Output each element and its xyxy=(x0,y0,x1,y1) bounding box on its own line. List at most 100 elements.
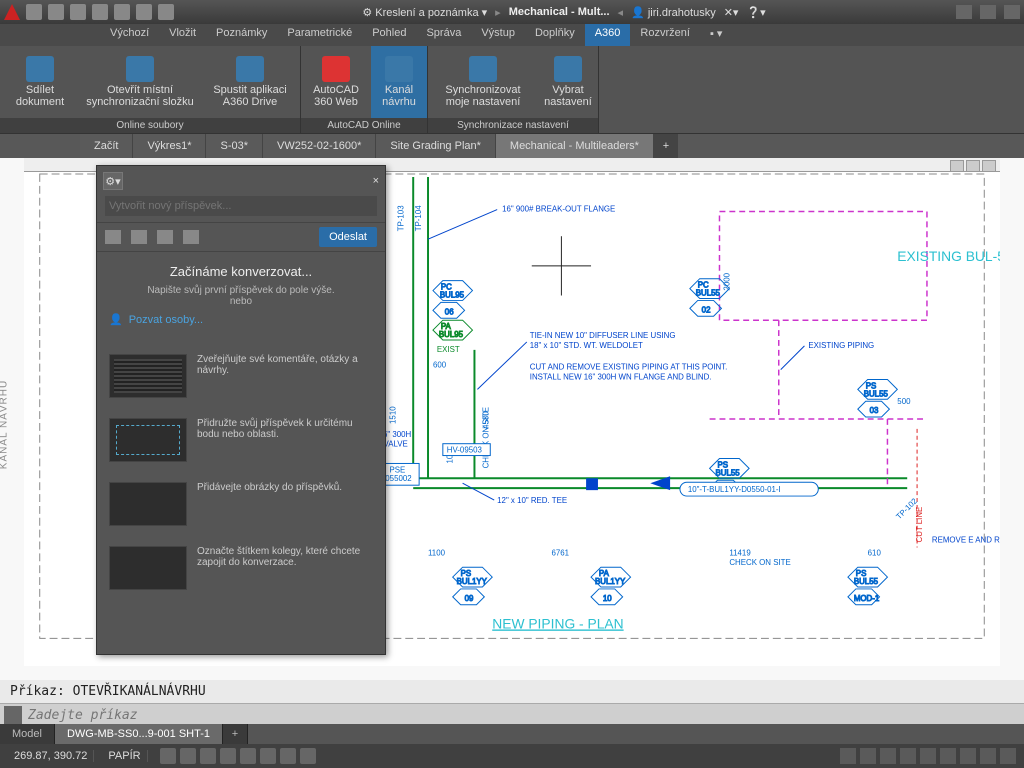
menu-rozvrzeni[interactable]: Rozvržení xyxy=(630,24,700,46)
qat-save-icon[interactable] xyxy=(70,4,86,20)
send-post-button[interactable]: Odeslat xyxy=(319,227,377,247)
menu-vystup[interactable]: Výstup xyxy=(471,24,525,46)
annoscale-icon[interactable] xyxy=(840,748,856,764)
svg-text:610: 610 xyxy=(868,548,882,557)
close-button[interactable] xyxy=(1004,5,1020,19)
command-input[interactable] xyxy=(28,708,1020,723)
menu-sprava[interactable]: Správa xyxy=(416,24,471,46)
workspace-selector[interactable]: ⚙ Kreslení a poznámka ▾ xyxy=(362,6,487,19)
convo-title: Začínáme konverzovat... xyxy=(109,264,373,279)
share-icon xyxy=(26,56,54,82)
app-logo-icon[interactable] xyxy=(4,4,20,20)
units-icon[interactable] xyxy=(900,748,916,764)
osnap-icon[interactable] xyxy=(240,748,256,764)
pin-icon[interactable] xyxy=(131,230,147,244)
snap-icon[interactable] xyxy=(180,748,196,764)
open-sync-folder-button[interactable]: Otevřít místní synchronizační složku xyxy=(80,46,200,118)
tip-thumb-tag xyxy=(109,546,187,590)
layout-tab-sheet[interactable]: DWG-MB-SS0...9-001 SHT-1 xyxy=(55,724,223,744)
invite-people-link[interactable]: 👤Pozvat osoby... xyxy=(109,307,373,332)
annotation-monitor-icon[interactable] xyxy=(880,748,896,764)
ribbon-panel-title: AutoCAD Online xyxy=(301,118,427,133)
tag-user-icon[interactable] xyxy=(157,230,173,244)
tip-thumb-area xyxy=(109,418,187,462)
panel-settings-icon[interactable]: ⚙▾ xyxy=(103,172,123,190)
svg-text:11419: 11419 xyxy=(729,548,751,557)
cloud-folder-icon xyxy=(126,56,154,82)
layout-add-button[interactable]: + xyxy=(223,724,248,744)
autocad360-web-button[interactable]: AutoCAD 360 Web xyxy=(301,46,371,118)
tip-text: Zveřejňujte své komentáře, otázky a návr… xyxy=(197,354,373,398)
svg-text:10: 10 xyxy=(603,594,612,603)
tip-thumb-image xyxy=(109,482,187,526)
attach-image-icon[interactable] xyxy=(183,230,199,244)
viewport-close-icon[interactable] xyxy=(982,160,996,172)
design-feed-button[interactable]: Kanál návrhu xyxy=(371,46,427,118)
menu-a360[interactable]: A360 xyxy=(585,24,631,46)
viewport-controls xyxy=(950,160,996,172)
otrack-icon[interactable] xyxy=(260,748,276,764)
command-prompt-icon[interactable] xyxy=(4,706,22,724)
maximize-button[interactable] xyxy=(980,5,996,19)
add-tab-button[interactable]: + xyxy=(654,134,678,158)
customize-icon[interactable] xyxy=(1000,748,1016,764)
ortho-icon[interactable] xyxy=(200,748,216,764)
qat-new-icon[interactable] xyxy=(26,4,42,20)
menu-overflow-icon[interactable]: ▪ ▾ xyxy=(700,24,732,46)
sync-my-settings-button[interactable]: Synchronizovat moje nastavení xyxy=(428,46,538,118)
select-area-icon[interactable] xyxy=(105,230,121,244)
doc-tab-s03[interactable]: S-03* xyxy=(206,134,263,158)
svg-text:BUL1YY: BUL1YY xyxy=(457,577,488,586)
viewport-max-icon[interactable] xyxy=(966,160,980,172)
qat-undo-icon[interactable] xyxy=(136,4,152,20)
svg-text:10"-T-BUL1YY-D0550-01-I: 10"-T-BUL1YY-D0550-01-I xyxy=(688,485,781,494)
choose-settings-button[interactable]: Vybrat nastavení xyxy=(538,46,598,118)
space-toggle[interactable]: PAPÍR xyxy=(102,750,147,762)
menu-vlozit[interactable]: Vložit xyxy=(159,24,206,46)
feed-icon xyxy=(385,56,413,82)
menu-parametricke[interactable]: Parametrické xyxy=(277,24,362,46)
doc-tab-zacit[interactable]: Začít xyxy=(80,134,133,158)
exchange-icon[interactable]: ✕▾ xyxy=(724,6,739,19)
menu-pohled[interactable]: Pohled xyxy=(362,24,416,46)
command-area: Příkaz: OTEVŘIKANÁLNÁVRHU xyxy=(0,680,1024,724)
quickprops-icon[interactable] xyxy=(920,748,936,764)
ribbon-panel-title: Synchronizace nastavení xyxy=(428,118,598,133)
cleanscreen-icon[interactable] xyxy=(980,748,996,764)
qat-print-icon[interactable] xyxy=(114,4,130,20)
help-icon[interactable]: ❔▾ xyxy=(746,6,765,19)
doc-tab-sitegrading[interactable]: Site Grading Plan* xyxy=(376,134,496,158)
lineweight-icon[interactable] xyxy=(280,748,296,764)
isolate-icon[interactable] xyxy=(940,748,956,764)
qat-open-icon[interactable] xyxy=(48,4,64,20)
svg-text:VALVE: VALVE xyxy=(384,440,408,449)
menu-doplnky[interactable]: Doplňky xyxy=(525,24,585,46)
menu-poznamky[interactable]: Poznámky xyxy=(206,24,277,46)
titlebar: ⚙ Kreslení a poznámka ▾ ▸ Mechanical - M… xyxy=(0,0,1024,24)
svg-text:18" x 10" STD. WT. WELDOLET: 18" x 10" STD. WT. WELDOLET xyxy=(530,341,643,350)
doc-tab-mechanical[interactable]: Mechanical - Multileaders* xyxy=(496,134,654,158)
doc-tab-vykres1[interactable]: Výkres1* xyxy=(133,134,206,158)
hwacc-icon[interactable] xyxy=(960,748,976,764)
svg-text:NEW PIPING - PLAN: NEW PIPING - PLAN xyxy=(492,615,623,631)
new-post-input[interactable] xyxy=(105,196,377,216)
transparency-icon[interactable] xyxy=(300,748,316,764)
workspace-icon[interactable] xyxy=(860,748,876,764)
panel-close-icon[interactable]: × xyxy=(373,175,379,187)
coords-readout: 269.87, 390.72 xyxy=(8,750,94,762)
qat-redo-icon[interactable] xyxy=(158,4,174,20)
svg-text:BUL95: BUL95 xyxy=(440,290,465,299)
grid-icon[interactable] xyxy=(160,748,176,764)
doc-tab-vw252[interactable]: VW252-02-1600* xyxy=(263,134,376,158)
user-menu[interactable]: 👤 jiri.drahotusky xyxy=(631,6,716,19)
layout-tab-model[interactable]: Model xyxy=(0,724,55,744)
cloud-drive-icon xyxy=(236,56,264,82)
viewport-min-icon[interactable] xyxy=(950,160,964,172)
minimize-button[interactable] xyxy=(956,5,972,19)
launch-a360-drive-button[interactable]: Spustit aplikaci A360 Drive xyxy=(200,46,300,118)
polar-icon[interactable] xyxy=(220,748,236,764)
share-document-button[interactable]: Sdílet dokument xyxy=(0,46,80,118)
qat-saveas-icon[interactable] xyxy=(92,4,108,20)
menu-vychozi[interactable]: Výchozí xyxy=(100,24,159,46)
svg-text:CHECK ON SITE: CHECK ON SITE xyxy=(481,407,490,468)
